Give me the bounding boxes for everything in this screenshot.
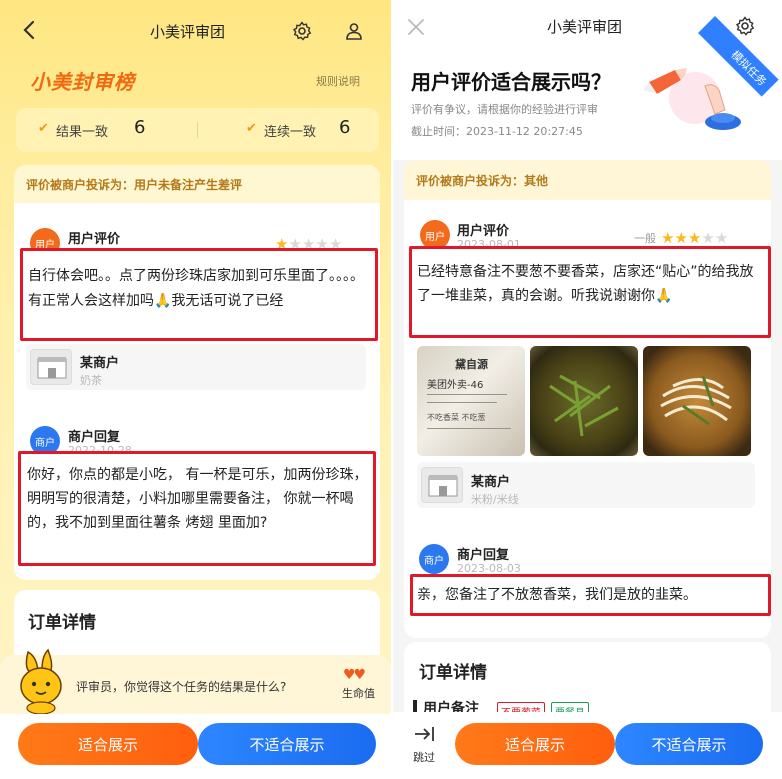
question-subtitle: 评价有争议，请根据你的经验进行评审 xyxy=(411,103,598,116)
mascot-icon xyxy=(14,648,70,715)
receipt-title: 黛自源 xyxy=(455,358,488,371)
order-title: 订单详情 xyxy=(28,613,96,633)
user-section-label: 用户评价 xyxy=(457,224,510,239)
header-title: 小美封审榜 xyxy=(30,70,135,94)
complaint-text: 评价被商户投诉为：其他 xyxy=(416,174,549,188)
back-icon[interactable] xyxy=(18,18,42,42)
rating-word: 一般 xyxy=(634,232,656,245)
stat-value: 6 xyxy=(339,117,351,138)
mascot-prompt-text: 评审员，你觉得这个任务的结果是什么? xyxy=(76,680,287,694)
shop-icon xyxy=(30,349,72,385)
stats-bar: ✔ 结果一致 6 ✔ 连续一致 6 xyxy=(16,108,379,152)
merchant-avatar: 商户 xyxy=(419,544,449,574)
unsuitable-button[interactable]: 不适合展示 xyxy=(198,723,376,765)
star-icon: ★ xyxy=(701,229,715,247)
merchant-card[interactable] xyxy=(26,344,366,390)
right-screen: 小美评审团 模拟任务 用户评价适合展示吗？ 评价有争议，请根据你的经验进行评审 … xyxy=(393,0,782,779)
merchant-reply-text: 你好，你点的都是小吃， 有一杯是可乐，加两份珍珠， 明明写的很清楚，小料加哪里需… xyxy=(27,467,368,531)
star-rating: ★★★★★ xyxy=(661,228,728,247)
life-label: 生命值 xyxy=(342,687,375,700)
nav-title: 小美评审团 xyxy=(547,18,623,36)
check-icon: ✔ xyxy=(38,121,49,136)
merchant-name: 某商户 xyxy=(80,356,120,371)
merchant-category: 米粉/米线 xyxy=(471,493,519,506)
skip-label[interactable]: 跳过 xyxy=(413,749,435,765)
left-screen: 小美评审团 小美封审榜 规则说明 ✔ 结果一致 6 ✔ 连续一致 6 评价被商户… xyxy=(0,0,391,779)
star-icon: ★ xyxy=(674,229,688,247)
complaint-text: 评价被商户投诉为：用户未备注产生差评 xyxy=(26,178,243,192)
order-title: 订单详情 xyxy=(419,663,487,683)
stat-label: 连续一致 xyxy=(264,125,317,140)
soup-chives-photo[interactable] xyxy=(530,346,638,456)
stat-value: 6 xyxy=(134,117,146,138)
hand-press-illustration xyxy=(635,64,745,134)
gear-icon[interactable] xyxy=(292,21,312,41)
star-icon: ★ xyxy=(687,229,702,247)
rules-link[interactable]: 规则说明 xyxy=(316,73,360,89)
reply-section-label: 商户回复 xyxy=(457,548,510,563)
shop-icon xyxy=(421,467,463,503)
gear-icon[interactable] xyxy=(735,16,755,36)
suitable-button[interactable]: 适合展示 xyxy=(455,723,615,765)
stats-divider xyxy=(197,122,198,138)
star-icon: ★ xyxy=(661,229,675,247)
receipt-note: 不吃香菜 不吃葱 xyxy=(427,413,486,422)
noodles-photo[interactable] xyxy=(643,346,751,456)
suitable-button[interactable]: 适合展示 xyxy=(18,723,198,765)
unsuitable-button[interactable]: 不适合展示 xyxy=(615,723,763,765)
skip-icon[interactable] xyxy=(413,724,437,744)
user-icon[interactable] xyxy=(344,21,364,41)
star-icon: ★ xyxy=(714,229,729,247)
receipt-photo[interactable]: 黛自源 美团外卖-46 不吃香菜 不吃葱 xyxy=(417,346,525,456)
stat-label: 结果一致 xyxy=(56,125,109,140)
nav-title: 小美评审团 xyxy=(150,23,226,41)
merchant-category: 奶茶 xyxy=(80,374,102,387)
merchant-card[interactable] xyxy=(417,462,755,508)
user-review-text: 自行体会吧。。点了两份珍珠店家加到可乐里面了。。。。有正常人会这样加吗🙏我无话可… xyxy=(28,268,364,309)
user-section-label: 用户评价 xyxy=(68,232,121,247)
receipt-line: 美团外卖-46 xyxy=(427,380,484,391)
heart-icon: ♥♥ xyxy=(343,667,366,683)
question-title: 用户评价适合展示吗？ xyxy=(411,70,611,94)
merchant-reply-text: 亲，您备注了不放葱香菜，我们是放的韭菜。 xyxy=(417,587,697,603)
deadline-text: 截止时间：2023-11-12 20:27:45 xyxy=(411,125,583,138)
merchant-name: 某商户 xyxy=(471,475,511,490)
check-icon: ✔ xyxy=(246,121,257,136)
reply-section-label: 商户回复 xyxy=(68,430,121,445)
user-review-text: 已经特意备注不要葱不要香菜，店家还“贴心”的给我放了一堆韭菜，真的会谢。听我说谢… xyxy=(417,264,754,304)
close-icon[interactable] xyxy=(405,16,427,38)
